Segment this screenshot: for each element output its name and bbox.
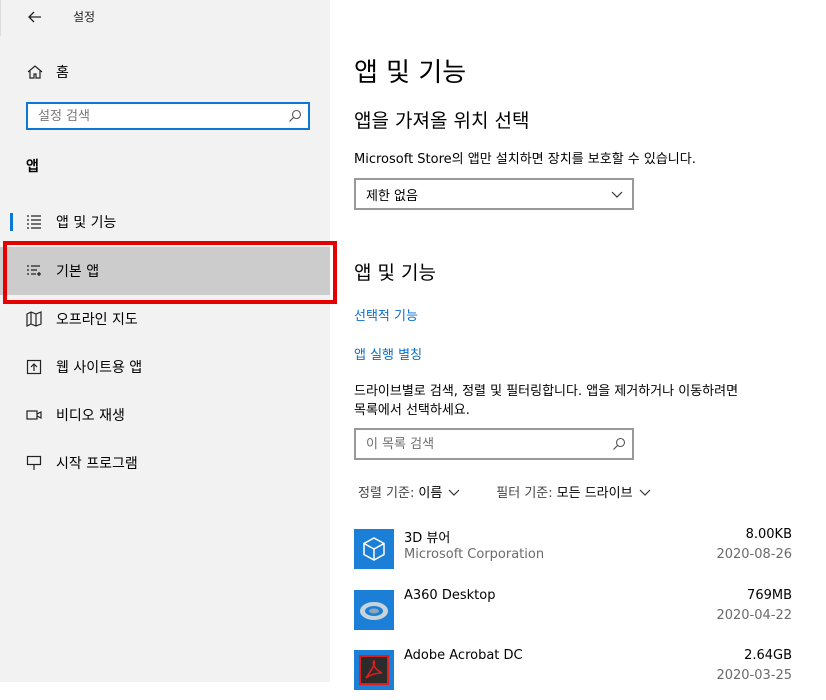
a360-desktop-icon	[354, 590, 394, 630]
page-title: 앱 및 기능	[354, 58, 467, 88]
sidebar-item-video-playback[interactable]: 비디오 재생	[0, 391, 330, 439]
section-title-apps: 앱	[26, 159, 39, 175]
back-arrow-icon	[28, 11, 41, 22]
sort-filter-bar: 정렬 기준: 이름 필터 기준: 모든 드라이브	[358, 482, 687, 501]
app-list-search-input[interactable]	[356, 430, 606, 458]
app-source-dropdown[interactable]: 제한 없음	[354, 178, 634, 210]
sidebar-item-label: 오프라인 지도	[56, 312, 138, 328]
settings-search-box[interactable]	[26, 102, 310, 130]
3d-viewer-icon	[354, 529, 394, 569]
apps-features-icon	[27, 215, 41, 229]
sidebar-item-apps-features[interactable]: 앱 및 기능	[0, 198, 330, 246]
app-publisher: Microsoft Corporation	[404, 547, 545, 562]
main-content: 앱 및 기능 앱을 가져올 위치 선택 Microsoft Store의 앱만 …	[330, 0, 826, 690]
sidebar-item-label: 비디오 재생	[56, 408, 125, 424]
choose-where-description: Microsoft Store의 앱만 설치하면 장치를 보호할 수 있습니다.	[354, 152, 696, 167]
home-icon	[27, 65, 43, 79]
search-icon[interactable]	[612, 437, 626, 451]
offline-maps-icon	[26, 311, 42, 327]
app-list-item[interactable]: A360 Desktop 769MB 2020-04-22	[354, 588, 794, 640]
apps-description-line1: 드라이브별로 검색, 정렬 및 필터링합니다. 앱을 제거하거나 이동하려면	[354, 384, 739, 399]
sort-key: 정렬 기준:	[358, 486, 415, 501]
sidebar-item-label: 웹 사이트용 앱	[56, 360, 143, 376]
nav-home-label: 홈	[56, 65, 69, 81]
video-playback-icon	[26, 410, 42, 420]
chevron-down-icon	[611, 191, 623, 198]
app-list-search-box[interactable]	[354, 428, 634, 460]
apps-description-line2: 목록에서 선택하세요.	[354, 403, 470, 418]
highlight-annotation	[3, 241, 337, 304]
chevron-down-icon	[448, 489, 460, 496]
adobe-acrobat-icon	[354, 650, 394, 690]
sidebar: 설정 홈 앱 앱 및 기능 기본 앱 오프라인 지도	[0, 0, 330, 682]
app-list-item[interactable]: Adobe Acrobat DC 2.64GB 2020-03-25	[354, 648, 794, 700]
apps-for-websites-icon	[26, 359, 42, 375]
settings-search-input[interactable]	[28, 104, 288, 128]
filter-value: 모든 드라이브	[556, 486, 633, 501]
back-button[interactable]	[21, 4, 49, 28]
nav-home[interactable]: 홈	[0, 56, 330, 88]
app-size: 2.64GB	[744, 648, 792, 663]
app-date: 2020-08-26	[716, 547, 792, 562]
sidebar-item-apps-for-websites[interactable]: 웹 사이트용 앱	[0, 343, 330, 391]
filter-by-dropdown[interactable]: 필터 기준: 모든 드라이브	[496, 482, 650, 501]
title-bar: 설정	[0, 0, 331, 36]
app-name: Adobe Acrobat DC	[404, 648, 523, 663]
sidebar-item-startup[interactable]: 시작 프로그램	[0, 439, 330, 487]
app-size: 769MB	[747, 588, 792, 603]
filter-key: 필터 기준:	[496, 486, 553, 501]
app-size: 8.00KB	[745, 527, 792, 542]
app-list-item[interactable]: 3D 뷰어 Microsoft Corporation 8.00KB 2020-…	[354, 527, 794, 579]
window-title: 설정	[73, 10, 96, 24]
app-name: A360 Desktop	[404, 588, 496, 603]
sort-by-dropdown[interactable]: 정렬 기준: 이름	[358, 482, 460, 501]
search-icon[interactable]	[288, 109, 302, 123]
app-name: 3D 뷰어	[404, 531, 451, 546]
optional-features-link[interactable]: 선택적 기능	[354, 305, 418, 324]
sidebar-item-label: 시작 프로그램	[56, 456, 138, 472]
apps-features-heading: 앱 및 기능	[354, 262, 436, 284]
app-execution-aliases-link[interactable]: 앱 실행 별칭	[354, 344, 422, 363]
sidebar-item-label: 앱 및 기능	[56, 215, 117, 231]
app-date: 2020-03-25	[716, 668, 792, 683]
chevron-down-icon	[639, 489, 650, 496]
sort-value: 이름	[418, 486, 443, 501]
startup-icon	[26, 455, 42, 470]
dropdown-value: 제한 없음	[366, 188, 418, 204]
app-date: 2020-04-22	[716, 608, 792, 623]
choose-where-heading: 앱을 가져올 위치 선택	[354, 110, 530, 132]
